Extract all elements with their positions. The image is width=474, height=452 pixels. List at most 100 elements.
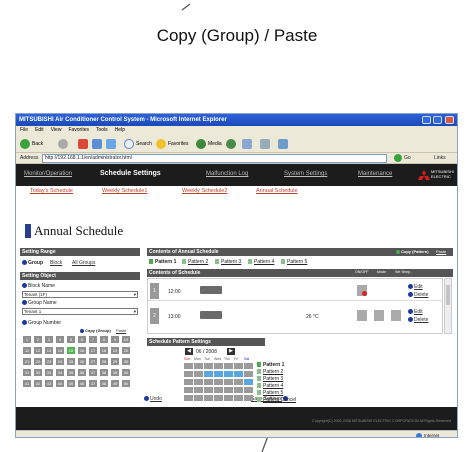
group-number-24[interactable]: 24 (56, 358, 64, 365)
range-all-groups-link[interactable]: All Groups (72, 260, 95, 266)
paste-group-link[interactable]: Paste (116, 328, 126, 333)
group-name-select[interactable]: Tenant 1 ▾ (22, 308, 138, 315)
subnav-annual-schedule[interactable]: Annual Schedule (256, 188, 298, 194)
url-field[interactable]: http://192.168.1.1/en/administrator.html (42, 154, 387, 163)
group-number-31[interactable]: 31 (23, 369, 31, 376)
group-number-16[interactable]: 16 (78, 347, 86, 354)
group-number-42[interactable]: 42 (34, 380, 42, 387)
group-number-38[interactable]: 38 (100, 369, 108, 376)
group-number-28[interactable]: 28 (100, 358, 108, 365)
home-button[interactable] (106, 138, 118, 150)
calendar-day-cell[interactable] (184, 371, 193, 377)
group-number-40[interactable]: 40 (122, 369, 130, 376)
calendar-day-cell[interactable] (214, 379, 223, 385)
group-number-18[interactable]: 18 (100, 347, 108, 354)
pattern-option-1[interactable]: Pattern 1 (257, 362, 284, 368)
group-number-41[interactable]: 41 (23, 380, 31, 387)
calendar-day-cell[interactable] (184, 387, 193, 393)
calendar-day-cell[interactable] (244, 395, 253, 401)
back-button[interactable]: Back (20, 138, 43, 150)
stop-button[interactable] (78, 138, 90, 150)
edit-link[interactable]: Edit (408, 284, 423, 290)
calendar-day-cell[interactable] (184, 395, 193, 401)
go-button[interactable]: Go (394, 153, 411, 164)
links-label[interactable]: Links (434, 153, 446, 164)
pattern-tab-2[interactable]: Pattern 2 (182, 259, 208, 265)
group-number-4[interactable]: 4 (56, 336, 64, 343)
group-number-12[interactable]: 12 (34, 347, 42, 354)
scrollbar-thumb[interactable] (446, 285, 450, 305)
calendar-day-cell[interactable] (194, 371, 203, 377)
calendar-day-cell[interactable] (184, 363, 193, 369)
edit-link[interactable]: Edit (408, 309, 423, 315)
calendar-day-cell[interactable] (244, 363, 253, 369)
delete-link[interactable]: Delete (408, 292, 428, 298)
maximize-button[interactable] (433, 116, 442, 124)
group-number-20[interactable]: 20 (122, 347, 130, 354)
group-number-17[interactable]: 17 (89, 347, 97, 354)
group-number-8[interactable]: 8 (100, 336, 108, 343)
print-button[interactable] (260, 138, 272, 150)
history-button[interactable] (226, 138, 238, 150)
group-number-30[interactable]: 30 (122, 358, 130, 365)
group-number-49[interactable]: 49 (111, 380, 119, 387)
group-number-22[interactable]: 22 (34, 358, 42, 365)
group-number-48[interactable]: 48 (100, 380, 108, 387)
group-number-6[interactable]: 6 (78, 336, 86, 343)
group-number-32[interactable]: 32 (34, 369, 42, 376)
pattern-option-5[interactable]: Pattern 5 (257, 390, 283, 396)
calendar-day-cell[interactable] (214, 387, 223, 393)
pattern-tab-1[interactable]: Pattern 1 (149, 259, 176, 265)
range-block-link[interactable]: Block (50, 260, 62, 266)
pattern-tab-5[interactable]: Pattern 5 (281, 259, 307, 265)
calendar-day-cell[interactable] (234, 379, 243, 385)
group-number-29[interactable]: 29 (111, 358, 119, 365)
nav-malfunction-log[interactable]: Malfunction Log (206, 171, 248, 177)
schedule-row[interactable]: 2 13:00 26 °C Edit Delete (148, 305, 442, 327)
group-number-47[interactable]: 47 (89, 380, 97, 387)
calendar-day-cell[interactable] (204, 395, 213, 401)
calendar-day-cell[interactable] (244, 387, 253, 393)
calendar-day-cell[interactable] (194, 387, 203, 393)
favorites-button[interactable]: Favorites (156, 138, 189, 150)
copy-pattern-link[interactable]: Copy (Pattern) (396, 249, 429, 254)
mail-button[interactable] (242, 138, 254, 150)
forward-button[interactable] (58, 138, 70, 150)
calendar-day-cell[interactable] (244, 379, 253, 385)
group-number-23[interactable]: 23 (45, 358, 53, 365)
copy-group-link[interactable]: Copy (Group) (80, 328, 111, 333)
group-number-19[interactable]: 19 (111, 347, 119, 354)
calendar-day-cell[interactable] (244, 371, 253, 377)
nav-schedule-settings[interactable]: Schedule Settings (100, 170, 161, 177)
calendar-day-cell[interactable] (224, 371, 233, 377)
group-number-45[interactable]: 45 (67, 380, 75, 387)
subnav-weekly-schedule2[interactable]: Weekly Schedule2 (182, 188, 227, 194)
group-number-5[interactable]: 5 (67, 336, 75, 343)
calendar-day-cell[interactable] (234, 395, 243, 401)
search-button[interactable]: Search (124, 138, 152, 150)
refresh-button[interactable] (92, 138, 104, 150)
media-button[interactable]: Media (196, 138, 222, 150)
calendar-day-cell[interactable] (194, 395, 203, 401)
range-group-option[interactable]: Group (22, 260, 43, 266)
paste-pattern-link[interactable]: Paste (436, 249, 446, 254)
menu-tools[interactable]: Tools (96, 127, 108, 133)
group-number-11[interactable]: 11 (23, 347, 31, 354)
group-number-27[interactable]: 27 (89, 358, 97, 365)
group-number-43[interactable]: 43 (45, 380, 53, 387)
group-number-44[interactable]: 44 (56, 380, 64, 387)
minimize-button[interactable] (422, 116, 431, 124)
menu-favorites[interactable]: Favorites (68, 127, 89, 133)
pattern-option-2[interactable]: Pattern 2 (257, 369, 283, 375)
calendar-day-cell[interactable] (234, 371, 243, 377)
group-number-37[interactable]: 37 (89, 369, 97, 376)
calendar-day-cell[interactable] (224, 387, 233, 393)
calendar-day-cell[interactable] (224, 379, 233, 385)
group-number-21[interactable]: 21 (23, 358, 31, 365)
pattern-tab-4[interactable]: Pattern 4 (248, 259, 274, 265)
group-number-39[interactable]: 39 (111, 369, 119, 376)
menu-edit[interactable]: Edit (35, 127, 44, 133)
calendar-day-cell[interactable] (194, 379, 203, 385)
calendar-day-cell[interactable] (204, 371, 213, 377)
prev-month-button[interactable]: ◀ (185, 348, 193, 355)
